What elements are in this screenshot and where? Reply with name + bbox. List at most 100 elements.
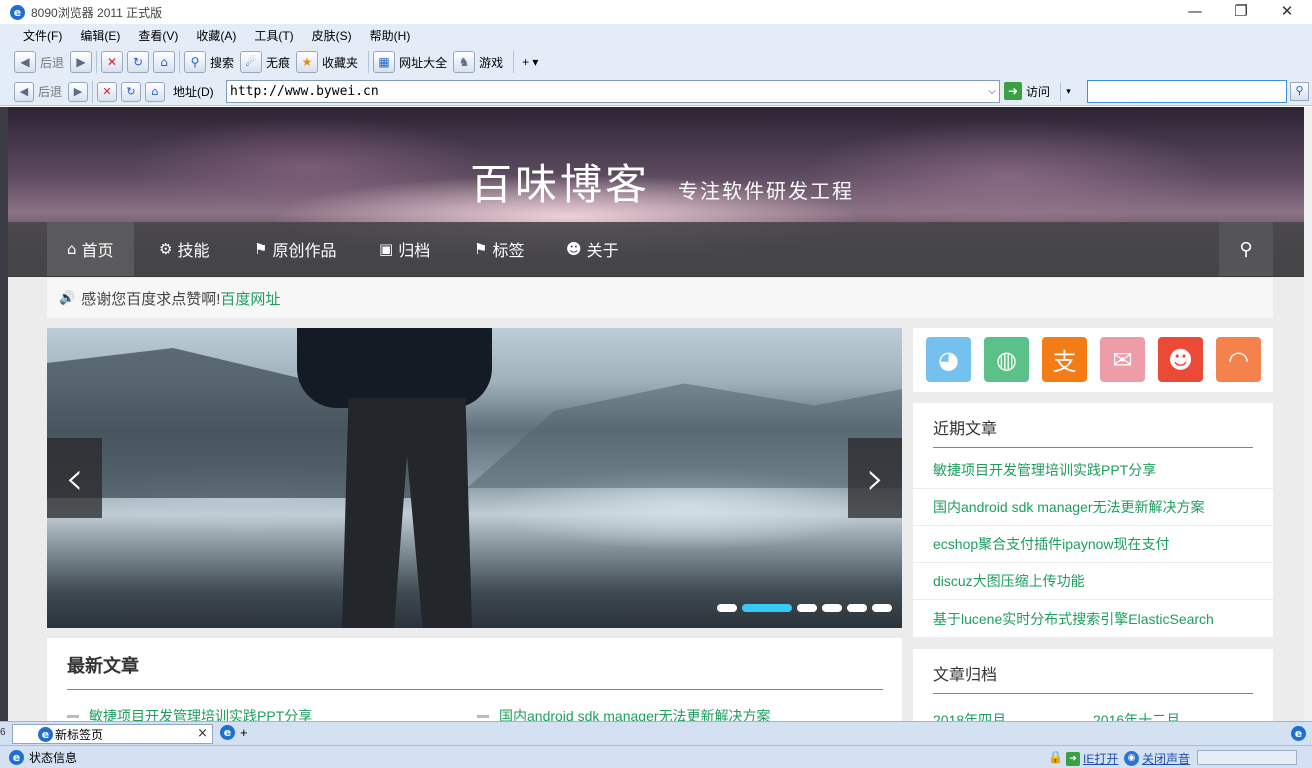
recent-posts-title: 近期文章 [933, 421, 998, 438]
image-slider[interactable]: ‹ › [47, 328, 902, 628]
slider-dot[interactable] [742, 604, 792, 612]
favorites-star-icon[interactable]: ★ [296, 51, 319, 73]
refresh-icon[interactable]: ↻ [127, 51, 150, 73]
browser-logo-icon: e [38, 727, 53, 742]
open-in-ie-button[interactable]: ➜ IE打开 [1066, 750, 1118, 767]
add-toolbar-button[interactable]: + ▾ [522, 55, 538, 69]
search-icon[interactable]: ⚲ [184, 51, 207, 73]
restore-button[interactable]: ❐ [1218, 0, 1264, 24]
qq-icon[interactable]: ☻ [1158, 337, 1203, 382]
close-window-button[interactable]: ✕ [1264, 0, 1310, 24]
github-icon[interactable]: ◕ [926, 337, 971, 382]
browser-search-field[interactable] [1087, 80, 1287, 103]
chevron-down-icon[interactable]: ⌵ [985, 86, 999, 97]
latest-post-item[interactable]: 敏捷项目开发管理培训实践PPT分享 [67, 706, 312, 721]
recent-posts-widget: 近期文章 敏捷项目开发管理培训实践PPT分享 国内android sdk man… [913, 403, 1273, 637]
recent-post-link[interactable]: ecshop聚合支付插件ipaynow现在支付 [913, 526, 1273, 563]
menu-help[interactable]: 帮助(H) [361, 27, 420, 44]
status-text: 状态信息 [29, 750, 78, 765]
alipay-icon[interactable]: 支 [1042, 337, 1087, 382]
chevron-right-icon[interactable]: › [848, 438, 902, 518]
games-button-label[interactable]: 游戏 [479, 54, 503, 71]
archive-widget: 文章归档 2018年四月 2016年十二月 [913, 649, 1273, 721]
menu-edit[interactable]: 编辑(E) [71, 27, 129, 44]
menu-file[interactable]: 文件(F) [14, 27, 71, 44]
recent-post-link[interactable]: discuz大图压缩上传功能 [913, 563, 1273, 600]
site-directory-icon[interactable]: ▦ [373, 51, 396, 73]
url-input[interactable] [227, 81, 985, 102]
new-tab-button[interactable]: e + [220, 725, 248, 740]
recent-post-link[interactable]: 基于lucene实时分布式搜索引擎ElasticSearch [913, 600, 1273, 637]
nav-item-home[interactable]: ⌂ 首页 [47, 222, 134, 276]
nav-item-tags[interactable]: ⚑ 标签 [474, 222, 524, 276]
slider-dot[interactable] [822, 604, 842, 612]
close-tab-icon[interactable]: × [197, 726, 208, 741]
slider-dot[interactable] [847, 604, 867, 612]
status-progress-box [1197, 750, 1297, 765]
go-arrow-icon[interactable]: ➜ [1004, 82, 1022, 100]
nav-item-label: 首页 [81, 243, 114, 260]
forward-icon[interactable]: ▶ [70, 51, 93, 73]
site-directory-button-label[interactable]: 网址大全 [399, 54, 447, 71]
gamepad-icon[interactable]: ♞ [453, 51, 476, 73]
browser-logo-icon[interactable]: e [1291, 726, 1306, 741]
forward-icon[interactable]: ▶ [68, 81, 89, 102]
incognito-button-label[interactable]: 无痕 [266, 54, 290, 71]
menu-skin[interactable]: 皮肤(S) [303, 27, 361, 44]
favorites-button-label[interactable]: 收藏夹 [322, 54, 358, 71]
archive-month-link[interactable]: 2018年四月 [933, 710, 1006, 721]
search-icon[interactable]: ⚲ [1290, 82, 1309, 101]
search-icon[interactable]: ⚲ [1219, 222, 1273, 276]
window-title: 8090浏览器 2011 正式版 [31, 5, 163, 20]
nav-item-skills[interactable]: ⚙ 技能 [159, 222, 209, 276]
menu-tools[interactable]: 工具(T) [245, 27, 302, 44]
archive-month-link[interactable]: 2016年十二月 [1093, 710, 1180, 721]
back-icon[interactable]: ◀ [14, 81, 34, 102]
slider-dot[interactable] [797, 604, 817, 612]
mute-sound-button[interactable]: ◉ 关闭声音 [1124, 750, 1190, 767]
go-options-dropdown[interactable]: ▾ [1060, 82, 1076, 101]
nav-item-about[interactable]: ☻ 关于 [566, 222, 619, 276]
back-icon[interactable]: ◀ [14, 51, 36, 73]
back-button-label[interactable]: 后退 [38, 83, 62, 100]
latest-post-link[interactable]: 国内android sdk manager无法更新解决方案 [499, 706, 771, 721]
go-button[interactable]: ➜ 访问 [1004, 82, 1050, 100]
wechat-icon[interactable]: ◍ [984, 337, 1029, 382]
latest-post-item[interactable]: 国内android sdk manager无法更新解决方案 [477, 706, 771, 721]
rss-icon[interactable]: ◠ [1216, 337, 1261, 382]
refresh-icon[interactable]: ↻ [121, 81, 142, 102]
chevron-left-icon[interactable]: ‹ [47, 438, 102, 518]
page-scrollbar[interactable] [1304, 107, 1312, 721]
recent-post-link[interactable]: 敏捷项目开发管理培训实践PPT分享 [913, 452, 1273, 489]
slider-dot[interactable] [872, 604, 892, 612]
nav-item-works[interactable]: ⚑ 原创作品 [254, 222, 336, 276]
incognito-icon[interactable]: ☄ [240, 51, 263, 73]
go-button-label[interactable]: 访问 [1026, 83, 1050, 100]
url-field[interactable]: ⌵ [226, 80, 1000, 103]
tab-new-tab[interactable]: e 新标签页 × [12, 724, 213, 744]
briefcase-icon: ▣ [379, 240, 394, 258]
mail-icon[interactable]: ✉ [1100, 337, 1145, 382]
stop-icon[interactable]: ✕ [101, 51, 124, 73]
mute-sound-label[interactable]: 关闭声音 [1142, 750, 1190, 767]
recent-post-link[interactable]: 国内android sdk manager无法更新解决方案 [913, 489, 1273, 526]
notice-link[interactable]: 百度网址 [220, 288, 280, 309]
site-title[interactable]: 百味博客 [470, 151, 650, 212]
latest-post-link[interactable]: 敏捷项目开发管理培训实践PPT分享 [89, 706, 312, 721]
menu-favorites[interactable]: 收藏(A) [187, 27, 245, 44]
nav-item-archive[interactable]: ▣ 归档 [379, 222, 430, 276]
menu-view[interactable]: 查看(V) [129, 27, 187, 44]
home-icon[interactable]: ⌂ [145, 81, 166, 102]
nav-item-label: 关于 [586, 243, 619, 260]
home-icon[interactable]: ⌂ [153, 51, 176, 73]
back-button-label[interactable]: 后退 [40, 54, 64, 71]
toolbar-divider [513, 51, 515, 73]
stop-icon[interactable]: ✕ [97, 81, 118, 102]
search-button-label[interactable]: 搜索 [210, 54, 234, 71]
tab-bar: 6 e 新标签页 × e + e [0, 721, 1312, 745]
browser-search-input[interactable] [1088, 81, 1286, 102]
new-tab-plus[interactable]: + [240, 725, 248, 740]
open-in-ie-label[interactable]: IE打开 [1083, 750, 1118, 767]
slider-dot[interactable] [717, 604, 737, 612]
minimize-button[interactable]: — [1172, 0, 1218, 24]
